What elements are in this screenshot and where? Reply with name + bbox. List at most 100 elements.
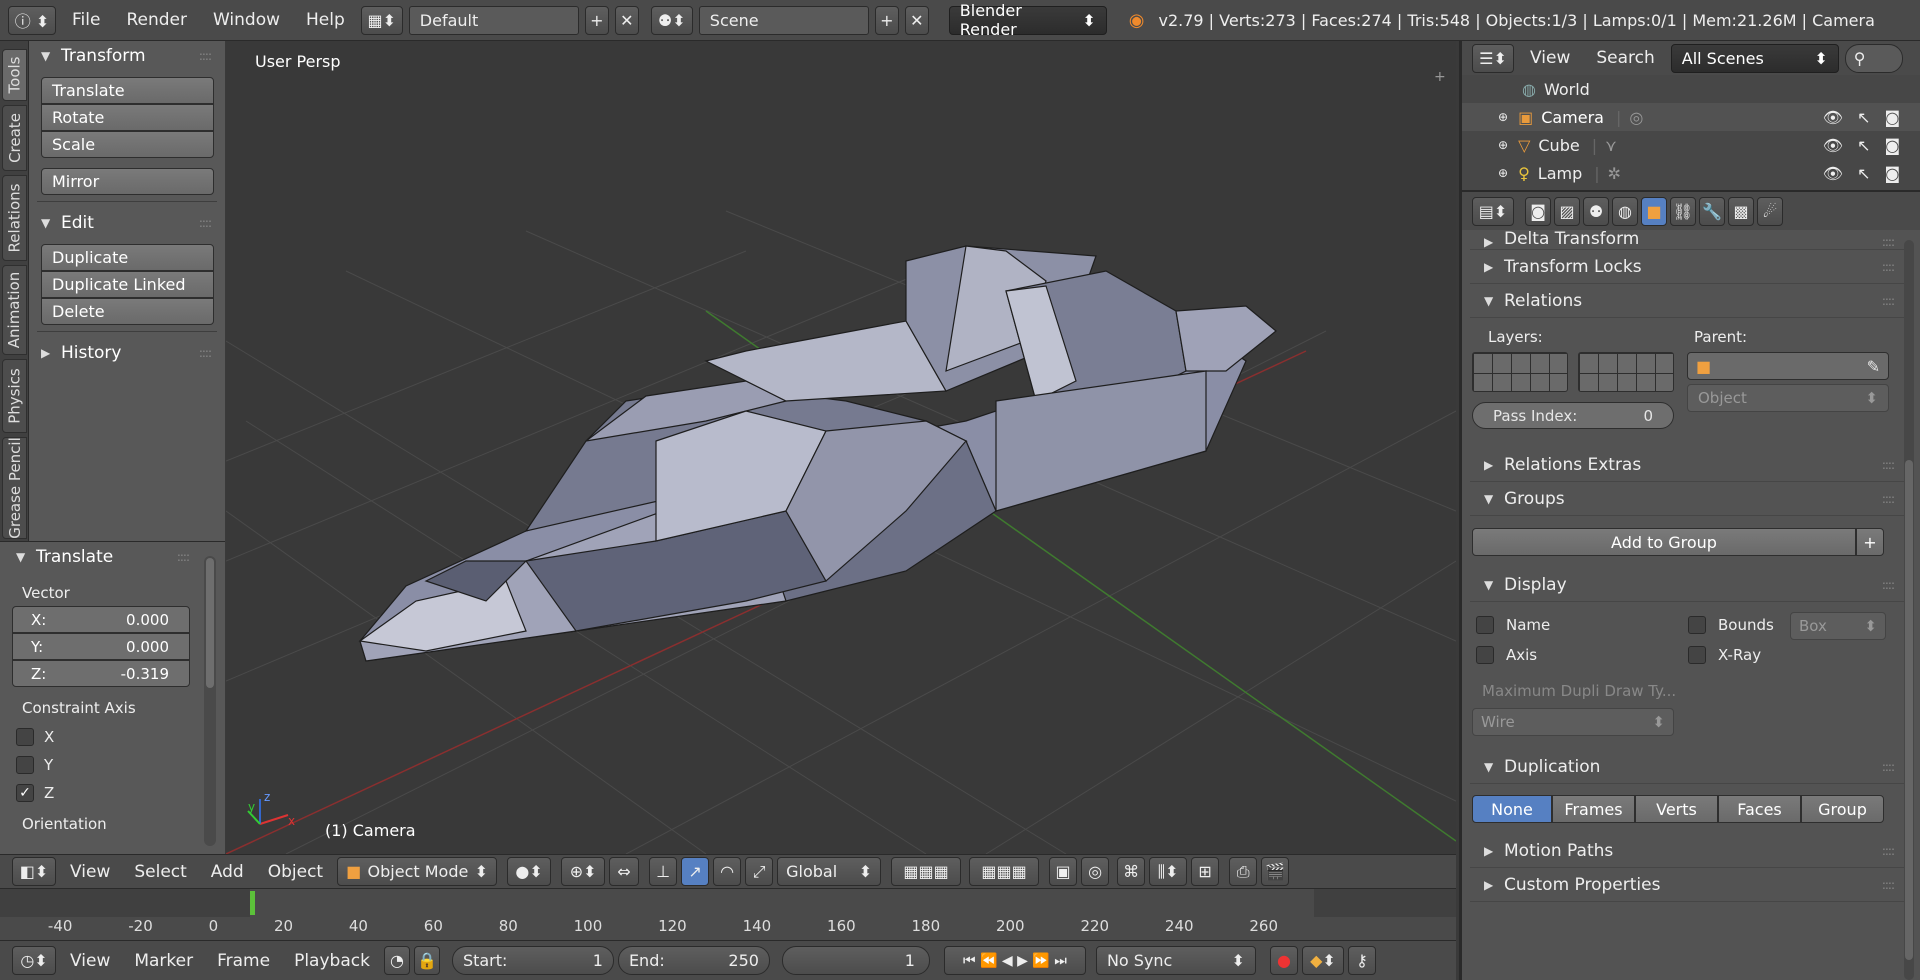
drag-grip-icon[interactable]: :::: <box>199 346 212 360</box>
relations-extras-panel[interactable]: ▶ Relations Extras:::: <box>1470 448 1908 482</box>
translate-manipulator-icon[interactable]: ↗ <box>681 857 710 886</box>
display-mode-select[interactable]: All Scenes ⬍ <box>1670 43 1839 73</box>
outliner-item-world[interactable]: ◍ World <box>1462 75 1920 103</box>
physics-tab-icon[interactable]: ☄ <box>1757 196 1783 226</box>
outliner-search-input[interactable]: ⚲ <box>1844 43 1903 73</box>
rotate-button[interactable]: Rotate <box>41 104 214 131</box>
playback-controls[interactable]: ⏮ ⏪ ◀ ▶ ⏩ ⏭ <box>943 946 1086 975</box>
keying-set-icon[interactable]: ◆ ⬍ <box>1301 946 1344 975</box>
spaceship-mesh[interactable] <box>358 245 1277 662</box>
render-camera-icon[interactable]: ◙ <box>1884 164 1900 183</box>
remove-layout-icon[interactable]: ✕ <box>614 5 639 35</box>
duplication-panel-header[interactable]: ▼ Duplication:::: <box>1470 750 1908 784</box>
outliner-item-cube[interactable]: ⊕ ▽ Cube | ⋎ 👁 ↖ ◙ <box>1462 131 1920 159</box>
scrollbar-thumb[interactable] <box>1905 460 1913 960</box>
translate-button[interactable]: Translate <box>41 77 214 104</box>
layers-grid-a[interactable] <box>1472 352 1568 392</box>
editor-type-properties-button[interactable]: ▤⬍ <box>1472 196 1514 226</box>
scene-tab-icon[interactable]: ⚉ <box>1583 196 1609 226</box>
bounds-checkbox[interactable] <box>1688 616 1706 634</box>
drag-grip-icon[interactable]: :::: <box>1882 294 1895 308</box>
dup-faces-button[interactable]: Faces <box>1718 795 1801 823</box>
axis-option[interactable]: Axis <box>1476 646 1537 664</box>
duplicate-linked-button[interactable]: Duplicate Linked <box>41 271 214 298</box>
motion-paths-panel[interactable]: ▶ Motion Paths:::: <box>1470 834 1908 868</box>
texture-tab-icon[interactable]: ▩ <box>1728 196 1754 226</box>
area-split-icon[interactable]: + <box>1434 69 1446 85</box>
delete-button[interactable]: Delete <box>41 298 214 325</box>
visibility-eye-icon[interactable]: 👁 <box>1823 108 1843 127</box>
tab-grease-pencil[interactable]: Grease Pencil <box>2 437 27 539</box>
eyedropper-icon[interactable]: ✎ <box>1867 357 1880 376</box>
timeline[interactable]: -40 -20 0 20 40 60 80 100 120 140 160 180 200 220 240 2… <box>0 888 1456 940</box>
snap-toggle-icon[interactable]: ⌘ <box>1117 857 1146 886</box>
shading-select[interactable]: ●⬍ <box>507 857 552 886</box>
add-scene-icon[interactable]: + <box>874 5 899 35</box>
tab-relations[interactable]: Relations <box>2 175 27 261</box>
visibility-eye-icon[interactable]: 👁 <box>1823 136 1843 155</box>
manipulator-icon[interactable]: ⊥ <box>649 857 678 886</box>
groups-panel-header[interactable]: ▼ Groups:::: <box>1470 482 1908 516</box>
menu-search[interactable]: Search <box>1586 48 1664 68</box>
tab-create[interactable]: Create <box>2 105 27 171</box>
constraints-tab-icon[interactable]: ⛓ <box>1670 196 1696 226</box>
parent-field[interactable]: ■ ✎ <box>1687 352 1889 380</box>
axis-checkbox[interactable] <box>1476 646 1494 664</box>
mirror-button[interactable]: Mirror <box>41 168 214 195</box>
scale-manipulator-icon[interactable]: ⤢ <box>745 857 774 886</box>
menu-help[interactable]: Help <box>296 10 355 30</box>
constraint-z-checkbox[interactable]: ✓ <box>16 784 34 802</box>
max-dupli-select[interactable]: Wire ⬍ <box>1472 708 1674 736</box>
record-icon[interactable]: ● <box>1269 946 1298 975</box>
mode-select[interactable]: ■ Object Mode ⬍ <box>337 857 498 886</box>
render-animation-icon[interactable]: 🎬 <box>1261 857 1290 886</box>
menu-view[interactable]: View <box>1520 48 1580 68</box>
editor-type-info-button[interactable]: ⓘ ⬍ <box>8 5 56 35</box>
constraint-y-row[interactable]: Y <box>0 751 225 779</box>
bounds-type-select[interactable]: Box ⬍ <box>1790 612 1886 640</box>
drag-grip-icon[interactable]: :::: <box>1882 492 1895 506</box>
properties-scrollbar[interactable] <box>1904 240 1914 980</box>
delta-transform-panel[interactable]: ▶ Delta Transform:::: <box>1470 230 1908 250</box>
render-camera-icon[interactable]: ◙ <box>1884 136 1900 155</box>
dup-verts-button[interactable]: Verts <box>1635 795 1718 823</box>
render-camera-icon[interactable]: ◙ <box>1884 108 1900 127</box>
drag-grip-icon[interactable]: :::: <box>1882 260 1895 274</box>
constraint-x-checkbox[interactable] <box>16 728 34 746</box>
vector-z-field[interactable]: Z: -0.319 <box>12 660 190 687</box>
display-panel-header[interactable]: ▼ Display:::: <box>1470 568 1908 602</box>
drag-grip-icon[interactable]: :::: <box>199 49 212 63</box>
menu-frame[interactable]: Frame <box>207 951 280 971</box>
proportional-edit-icon[interactable]: ◎ <box>1081 857 1110 886</box>
constraint-y-checkbox[interactable] <box>16 756 34 774</box>
tab-animation[interactable]: Animation <box>2 265 27 355</box>
scrollbar-thumb[interactable] <box>206 558 214 688</box>
duplicate-button[interactable]: Duplicate <box>41 244 214 271</box>
drag-grip-icon[interactable]: :::: <box>1882 844 1895 858</box>
constraint-x-row[interactable]: X <box>0 723 225 751</box>
tab-tools[interactable]: Tools <box>2 49 27 101</box>
scene-layers-a[interactable]: ▦▦▦ <box>891 857 962 886</box>
render-engine-select[interactable]: Blender Render ⬍ <box>948 1 1107 39</box>
menu-add[interactable]: Add <box>201 862 254 882</box>
remove-scene-icon[interactable]: ✕ <box>904 5 929 35</box>
transform-locks-panel[interactable]: ▶ Transform Locks:::: <box>1470 250 1908 284</box>
snap-element-icon[interactable]: ⫼⬍ <box>1149 857 1188 886</box>
add-to-group-button[interactable]: Add to Group <box>1472 528 1856 556</box>
world-tab-icon[interactable]: ◍ <box>1612 196 1638 226</box>
menu-file[interactable]: File <box>62 10 110 30</box>
outliner[interactable]: ◍ World ⊕ ▣ Camera | ◎ 👁 ↖ ◙ ⊕ ▽ Cube | ⋎ 👁 ↖ ◙ ⊕ ♀ Lam… <box>1459 75 1920 190</box>
scene-layers-b[interactable]: ▦▦▦ <box>969 857 1040 886</box>
menu-object[interactable]: Object <box>258 862 333 882</box>
current-frame-marker[interactable] <box>250 891 255 915</box>
select-cursor-icon[interactable]: ↖ <box>1857 108 1870 127</box>
render-still-icon[interactable]: ⎙ <box>1229 857 1258 886</box>
screen-layout-field[interactable]: Default <box>408 5 579 35</box>
menu-playback[interactable]: Playback <box>284 951 380 971</box>
render-layers-tab-icon[interactable]: ▨ <box>1554 196 1580 226</box>
name-option[interactable]: Name <box>1476 616 1550 634</box>
scene-field[interactable]: Scene <box>698 5 869 35</box>
drag-grip-icon[interactable]: :::: <box>199 216 212 230</box>
lock-camera-icon[interactable]: ▣ <box>1049 857 1078 886</box>
bounds-option[interactable]: Bounds <box>1688 616 1774 634</box>
